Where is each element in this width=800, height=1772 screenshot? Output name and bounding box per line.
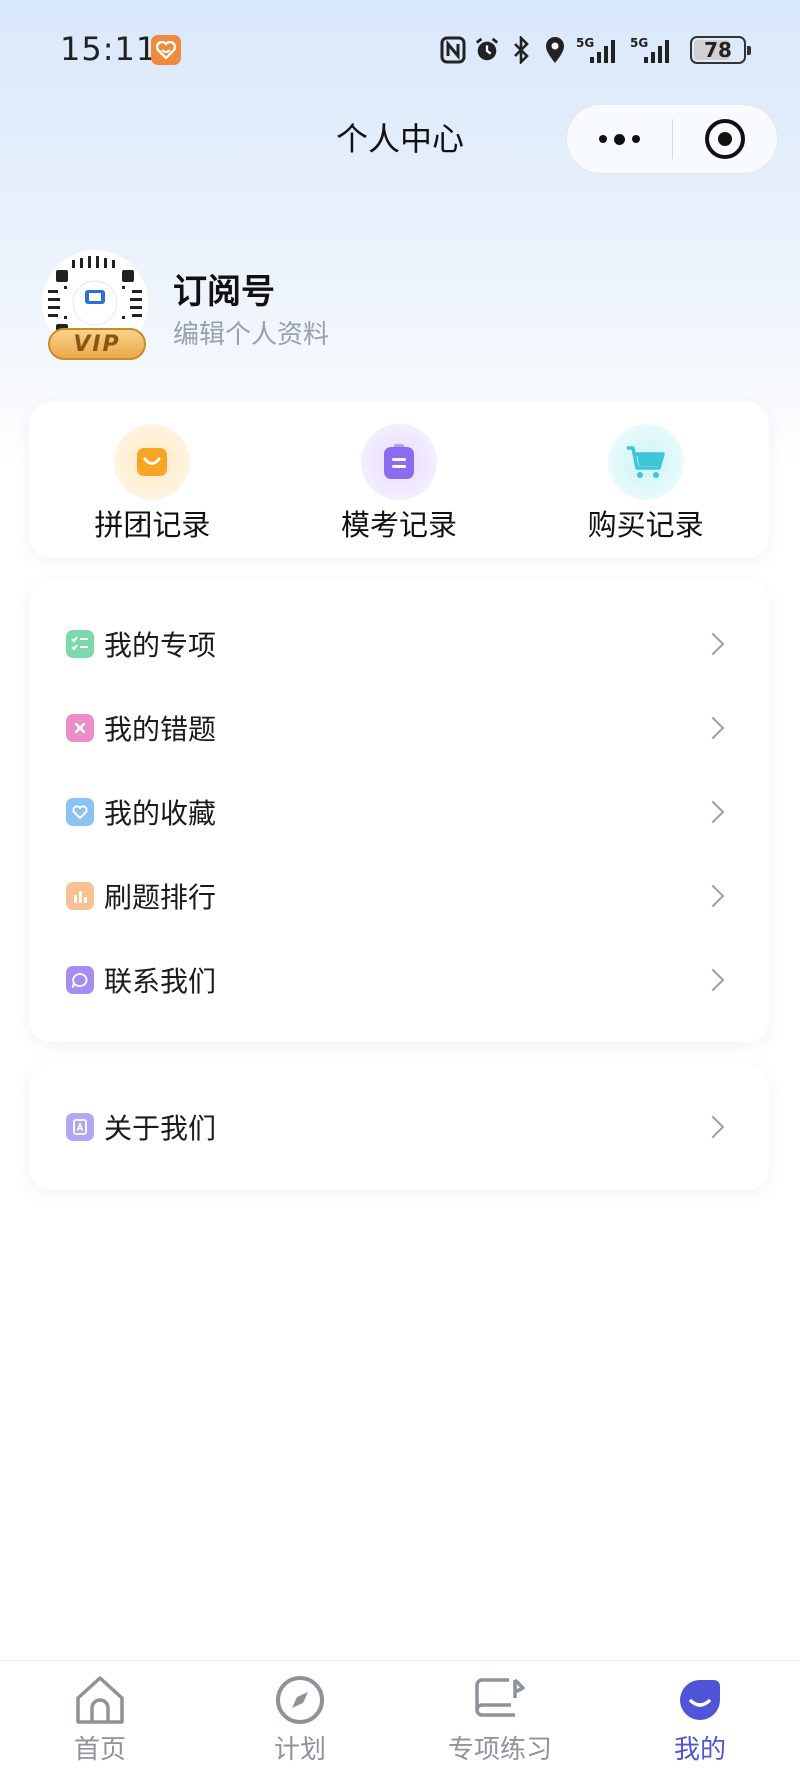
tab-practice[interactable]: 专项练习 <box>400 1661 600 1772</box>
menu-item-label: 我的收藏 <box>104 797 217 830</box>
vip-badge: VIP <box>48 328 146 360</box>
svg-text:5G: 5G <box>576 36 594 50</box>
menu-item-about-us[interactable]: 关于我们 <box>29 1085 769 1169</box>
menu-item-label: 我的错题 <box>104 713 217 746</box>
menu-item-contact-us[interactable]: 联系我们 <box>29 938 769 1022</box>
chevron-right-icon <box>701 884 725 908</box>
group-buy-records-button[interactable]: 拼团记录 <box>29 402 276 558</box>
purchase-records-button[interactable]: 购买记录 <box>522 402 769 558</box>
more-dots-icon <box>599 135 607 143</box>
svg-text:5G: 5G <box>630 36 648 50</box>
clipboard-icon <box>361 424 437 500</box>
alarm-icon <box>474 35 500 65</box>
bar-chart-icon <box>66 882 94 910</box>
profile-icon <box>672 1673 728 1727</box>
close-button[interactable] <box>673 105 777 173</box>
mini-program-capsule <box>566 104 778 174</box>
tab-label: 我的 <box>673 1735 726 1765</box>
tab-home[interactable]: 首页 <box>0 1661 200 1772</box>
tab-label: 计划 <box>273 1735 326 1765</box>
heart-icon <box>66 798 94 826</box>
close-target-icon <box>705 119 745 159</box>
battery-level: 78 <box>704 38 732 62</box>
chevron-right-icon <box>701 968 725 992</box>
battery-indicator: 78 <box>690 36 751 64</box>
menu-item-label: 我的专项 <box>104 629 217 662</box>
edit-profile-link[interactable]: 编辑个人资料 <box>173 314 329 351</box>
app-notification-icon <box>151 35 181 65</box>
signal-icon-2: 5G <box>630 35 676 65</box>
more-button[interactable] <box>567 105 672 173</box>
location-icon <box>542 35 568 65</box>
quick-actions-card: 拼团记录 模考记录 购买记录 <box>29 402 769 558</box>
status-icons: 5G 5G 78 <box>440 32 751 68</box>
home-icon <box>72 1673 128 1727</box>
checklist-icon <box>66 630 94 658</box>
status-bar: 15:11 5G 5G 78 <box>0 0 800 100</box>
info-card-icon <box>66 1113 94 1141</box>
menu-card: 我的专项 我的错题 我的收藏 刷题排行 联系我们 <box>29 580 769 1042</box>
chevron-right-icon <box>701 800 725 824</box>
chevron-right-icon <box>701 716 725 740</box>
quick-action-label: 购买记录 <box>587 508 704 542</box>
cross-icon <box>66 714 94 742</box>
profile-name: 订阅号 <box>173 272 275 312</box>
quick-action-label: 拼团记录 <box>94 508 211 542</box>
chevron-right-icon <box>701 1115 725 1139</box>
quick-action-label: 模考记录 <box>341 508 458 542</box>
more-dots-icon-right <box>632 135 640 143</box>
chat-bubble-icon <box>66 966 94 994</box>
tab-mine[interactable]: 我的 <box>600 1661 800 1772</box>
menu-item-my-mistakes[interactable]: 我的错题 <box>29 686 769 770</box>
menu-item-label: 关于我们 <box>104 1112 217 1145</box>
menu-item-label: 联系我们 <box>104 965 217 998</box>
compass-icon <box>272 1673 328 1727</box>
practice-book-icon <box>472 1673 528 1727</box>
tab-plan[interactable]: 计划 <box>200 1661 400 1772</box>
cart-icon <box>607 424 684 500</box>
menu-item-my-favorites[interactable]: 我的收藏 <box>29 770 769 854</box>
menu-item-label: 刷题排行 <box>104 881 217 914</box>
mock-exam-records-button[interactable]: 模考记录 <box>276 402 523 558</box>
shopping-bag-icon <box>114 424 191 500</box>
menu-item-ranking[interactable]: 刷题排行 <box>29 854 769 938</box>
bluetooth-icon <box>508 35 534 65</box>
status-time: 15:11 <box>60 30 158 68</box>
chevron-right-icon <box>701 632 725 656</box>
tab-label: 首页 <box>73 1735 126 1765</box>
signal-icon: 5G <box>576 35 622 65</box>
menu-item-my-topics[interactable]: 我的专项 <box>29 602 769 686</box>
tab-label: 专项练习 <box>447 1735 552 1765</box>
more-dots-icon-center <box>614 133 625 145</box>
nfc-icon <box>440 35 466 65</box>
bottom-tab-bar: 首页 计划 专项练习 我的 <box>0 1660 800 1772</box>
about-card: 关于我们 <box>29 1064 769 1190</box>
